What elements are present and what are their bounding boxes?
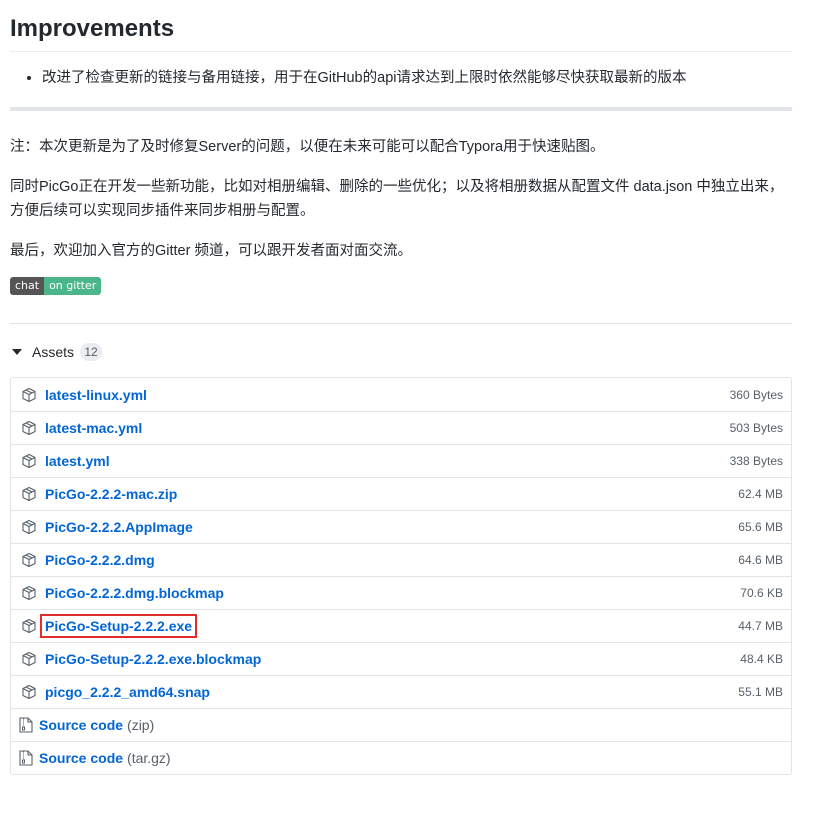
- package-icon: [22, 552, 36, 568]
- assets-label: Assets: [32, 344, 75, 360]
- section-heading: Improvements: [10, 14, 792, 52]
- asset-size: 338 Bytes: [729, 454, 783, 468]
- file-zip-icon: [19, 717, 33, 733]
- asset-size: 65.6 MB: [738, 520, 783, 534]
- source-ext: (zip): [127, 717, 155, 733]
- asset-row: PicGo-2.2.2.dmg 64.6 MB: [11, 543, 791, 576]
- source-code-targz-link[interactable]: Source code (tar.gz): [39, 750, 171, 766]
- asset-link[interactable]: PicGo-2.2.2.dmg.blockmap: [45, 585, 224, 601]
- asset-size: 48.4 KB: [740, 652, 783, 666]
- asset-size: 62.4 MB: [738, 487, 783, 501]
- asset-size: 55.1 MB: [738, 685, 783, 699]
- note-paragraph-1: 注：本次更新是为了及时修复Server的问题，以便在未来可能可以配合Typora…: [10, 139, 605, 155]
- improvements-list: 改进了检查更新的链接与备用链接，用于在GitHub的api请求达到上限时依然能够…: [10, 66, 792, 90]
- source-code-zip-link[interactable]: Source code (zip): [39, 717, 154, 733]
- asset-size: 64.6 MB: [738, 553, 783, 567]
- asset-link[interactable]: latest-mac.yml: [45, 420, 142, 436]
- asset-size: 360 Bytes: [729, 387, 783, 402]
- asset-row: PicGo-2.2.2-mac.zip 62.4 MB: [11, 477, 791, 510]
- asset-link[interactable]: latest.yml: [45, 453, 110, 469]
- asset-link[interactable]: PicGo-2.2.2.dmg: [45, 552, 155, 568]
- asset-link[interactable]: latest-linux.yml: [45, 387, 147, 403]
- source-row: Source code (zip): [11, 708, 791, 741]
- source-label: Source code: [39, 750, 124, 766]
- asset-row: picgo_2.2.2_amd64.snap 55.1 MB: [11, 675, 791, 708]
- asset-row: latest.yml 338 Bytes: [11, 444, 791, 477]
- list-item: 改进了检查更新的链接与备用链接，用于在GitHub的api请求达到上限时依然能够…: [42, 66, 792, 90]
- assets-list: latest-linux.yml 360 Bytes latest-mac.ym…: [10, 377, 792, 775]
- package-icon: [22, 420, 36, 436]
- asset-size: 70.6 KB: [740, 586, 783, 600]
- package-icon: [22, 585, 36, 601]
- divider: [10, 107, 792, 111]
- asset-row: latest-linux.yml 360 Bytes: [11, 378, 791, 411]
- source-label: Source code: [39, 717, 124, 733]
- gitter-badge[interactable]: chat on gitter: [10, 277, 102, 295]
- package-icon: [22, 519, 36, 535]
- package-icon: [22, 486, 36, 502]
- package-icon: [22, 387, 36, 402]
- package-icon: [22, 651, 36, 667]
- release-body: Improvements 改进了检查更新的链接与备用链接，用于在GitHub的a…: [10, 0, 792, 775]
- source-ext: (tar.gz): [127, 750, 171, 766]
- file-zip-icon: [19, 750, 33, 766]
- asset-link[interactable]: picgo_2.2.2_amd64.snap: [45, 684, 210, 700]
- assets-count-badge: 12: [80, 343, 103, 361]
- asset-link[interactable]: PicGo-Setup-2.2.2.exe.blockmap: [45, 651, 261, 667]
- asset-row: PicGo-Setup-2.2.2.exe.blockmap 48.4 KB: [11, 642, 791, 675]
- note-paragraph-3: 最后，欢迎加入官方的Gitter 频道，可以跟开发者面对面交流。: [10, 243, 412, 259]
- asset-row: PicGo-2.2.2.AppImage 65.6 MB: [11, 510, 791, 543]
- asset-row: PicGo-2.2.2.dmg.blockmap 70.6 KB: [11, 576, 791, 609]
- asset-size: 503 Bytes: [729, 421, 783, 435]
- note-paragraph-2: 同时PicGo正在开发一些新功能，比如对相册编辑、删除的一些优化；以及将相册数据…: [10, 179, 784, 219]
- source-row: Source code (tar.gz): [11, 741, 791, 774]
- package-icon: [22, 684, 36, 700]
- package-icon: [22, 618, 36, 634]
- asset-link-highlighted[interactable]: PicGo-Setup-2.2.2.exe: [39, 614, 198, 638]
- assets-toggle[interactable]: Assets 12: [10, 342, 792, 362]
- asset-row-highlighted: PicGo-Setup-2.2.2.exe 44.7 MB: [11, 609, 791, 642]
- asset-size: 44.7 MB: [738, 619, 783, 633]
- badge-right: on gitter: [44, 277, 102, 295]
- badge-left: chat: [10, 277, 45, 295]
- package-icon: [22, 453, 36, 469]
- triangle-down-icon: [12, 349, 22, 355]
- asset-link[interactable]: PicGo-2.2.2.AppImage: [45, 519, 193, 535]
- asset-link[interactable]: PicGo-2.2.2-mac.zip: [45, 486, 177, 502]
- divider: [10, 323, 792, 324]
- asset-row: latest-mac.yml 503 Bytes: [11, 411, 791, 444]
